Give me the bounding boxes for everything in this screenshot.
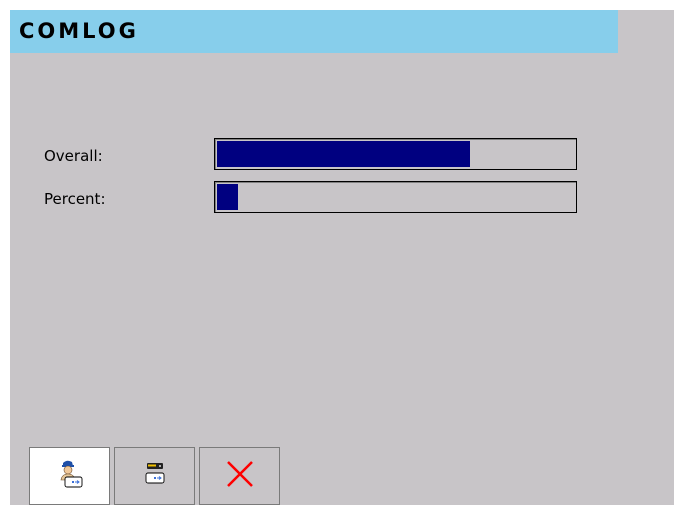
percent-label: Percent:	[44, 190, 106, 208]
overall-label: Overall:	[44, 147, 103, 165]
percent-progress-bar	[214, 181, 577, 213]
overall-progress-bar	[214, 138, 577, 170]
cancel-button[interactable]	[199, 447, 280, 505]
device-transfer-icon	[139, 458, 171, 494]
device-transfer-button[interactable]	[114, 447, 195, 505]
percent-progress-fill	[217, 184, 238, 210]
app-title: COMLOG	[19, 19, 139, 43]
close-icon	[225, 459, 255, 493]
user-transfer-icon	[54, 458, 86, 494]
comlog-window: COMLOG Overall: Percent:	[10, 10, 674, 505]
title-bar: COMLOG	[10, 10, 618, 53]
user-transfer-button[interactable]	[29, 447, 110, 505]
overall-progress-fill	[217, 141, 470, 167]
